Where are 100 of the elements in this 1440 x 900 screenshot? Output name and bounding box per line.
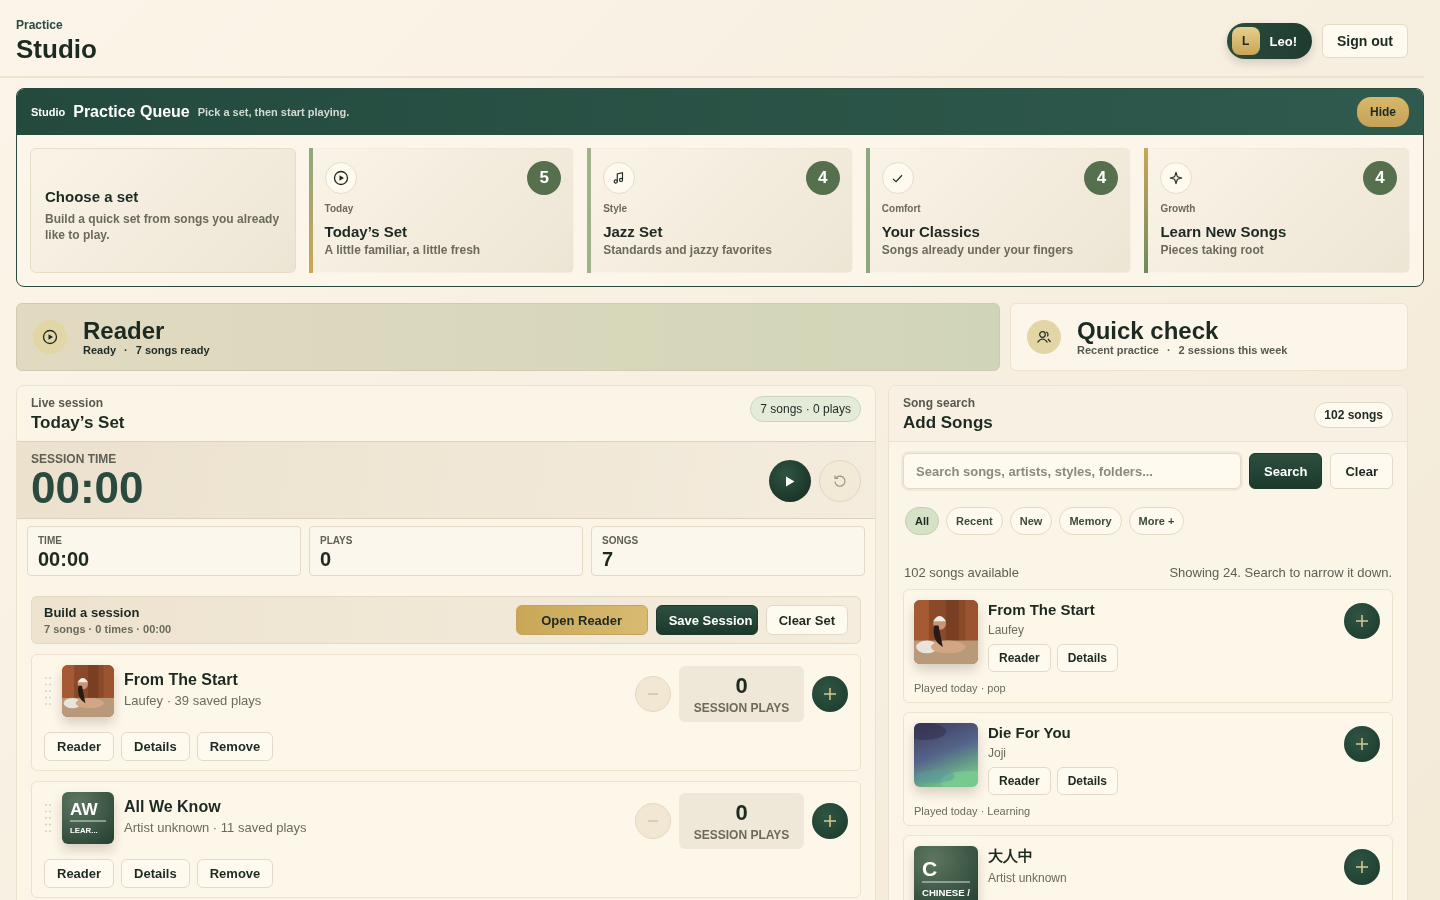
set-tag: Style [603,203,840,214]
timer-label: SESSION TIME [31,452,118,466]
action-button[interactable]: Reader [988,767,1051,795]
play-button[interactable] [769,460,811,502]
card-title: Reader [83,318,166,344]
user-menu[interactable]: L Leo! [1226,23,1312,59]
song-meta: Played today · pop [914,682,1007,694]
cover-initials: AW [70,800,106,823]
build-meta: 7 songs · 0 times · 00:00 [44,623,172,635]
intro-title: Choose a set [45,187,140,205]
timer-value: 00:00 [31,466,144,510]
user-icon [1036,329,1052,345]
drag-handle-icon [44,802,52,834]
card-title: Quick check [1077,318,1220,344]
open-reader-button[interactable]: Open Reader [515,605,648,635]
song-artist: Artist unknown [988,871,1068,885]
drag-handle-icon [44,675,52,707]
status-detail: 7 songs ready [135,344,210,356]
status-text: Ready [83,344,117,356]
play-icon [785,475,795,487]
increase-button[interactable] [812,803,848,839]
song-meta: Artist unknown · 11 saved plays [124,820,308,835]
song-title: All We Know [124,798,222,816]
queue-eyebrow: Studio [31,106,66,118]
available-count: 102 songs available [904,565,1019,580]
clear-button[interactable]: Clear [1330,453,1393,489]
sign-out-button[interactable]: Sign out [1322,24,1408,58]
count-badge: 4 [1084,161,1119,195]
cover-label: CHINESE / [922,887,970,899]
separator-dot: · [1166,344,1171,356]
counter-label: SESSION PLAYS [693,828,790,842]
showing-note: Showing 24. Search to narrow it down. [1169,565,1392,580]
user-avatar: L [1231,27,1260,55]
status-detail: 2 sessions this week [1178,344,1288,356]
set-tag: Growth [1160,203,1397,214]
stat-label: PLAYS [320,535,354,546]
filter-chip[interactable]: New [1009,507,1053,535]
search-field[interactable]: Search songs, artists, styles, folders... [903,453,1242,489]
stat-value: 7 [602,548,615,571]
counter-label: SESSION PLAYS [693,701,790,715]
queue-title: Practice Queue [73,103,190,121]
page-eyebrow: Practice [16,17,64,32]
sparkle-icon [1169,171,1184,185]
plus-icon [823,687,837,701]
set-description: A little familiar, a little fresh [324,243,482,257]
plus-icon [823,814,837,828]
action-button[interactable]: Details [121,732,190,761]
song-title: From The Start [988,601,1096,618]
separator-dot: · [124,344,128,356]
filter-chip[interactable]: All [905,507,940,535]
search-button[interactable]: Search [1249,453,1323,489]
song-title: 大人中 [988,847,1034,866]
action-button[interactable]: Reader [44,859,115,888]
play-circle-icon [42,329,58,345]
page-title: Studio [16,33,97,65]
action-button[interactable]: Remove [196,732,274,761]
set-card[interactable]: 4 Comfort Your Classics Songs already under your fingers [865,148,1132,273]
add-button[interactable] [1344,603,1380,639]
action-button[interactable]: Reader [44,732,115,761]
save-button[interactable]: Save Session [655,605,758,635]
action-button[interactable]: Details [121,859,190,888]
filter-chip[interactable]: Recent [946,507,1003,535]
song-meta: Played today · Learning [914,805,1032,817]
plus-icon [1355,614,1369,628]
set-card[interactable]: 4 Style Jazz Set Standards and jazzy favorites [587,148,853,273]
action-button[interactable]: Remove [196,859,274,888]
counter-value: 0 [735,673,748,699]
set-card[interactable]: 4 Growth Learn New Songs Pieces taking root [1144,148,1410,273]
action-button[interactable]: Details [1056,767,1119,795]
filter-chip[interactable]: More + [1128,507,1185,535]
song-artist: Laufey [988,623,1026,637]
set-title: Your Classics [881,223,981,240]
stat-value: 0 [320,548,333,571]
count-badge: 4 [1363,161,1397,195]
panel-eyebrow: Song search [903,396,977,410]
filter-chip[interactable]: Memory [1059,507,1122,535]
plus-icon [1355,737,1369,751]
stat-label: TIME [38,535,63,546]
plus-icon [1355,860,1369,874]
set-card[interactable]: 5 Today Today’s Set A little familiar, a little fresh [308,148,575,273]
panel-title: Today’s Set [31,413,125,433]
intro-text: Build a quick set from songs you already like to play. [45,210,281,243]
stat-value: 00:00 [38,548,91,571]
increase-button[interactable] [812,676,848,712]
song-meta: Laufey · 39 saved plays [124,693,263,708]
build-title: Build a session [44,605,141,620]
count-badge: 102 songs [1314,401,1393,428]
reset-icon [833,474,847,488]
set-title: Jazz Set [603,223,664,240]
action-button[interactable]: Reader [988,644,1051,672]
panel-eyebrow: Live session [31,396,105,410]
set-tag: Comfort [881,203,1119,214]
add-button[interactable] [1344,726,1380,762]
clear-button[interactable]: Clear Set [765,605,848,635]
hide-button[interactable]: Hide [1357,97,1409,127]
cover-initials: C [922,857,970,884]
song-title: Die For You [988,724,1072,741]
add-button[interactable] [1344,849,1380,885]
action-button[interactable]: Details [1056,644,1119,672]
set-title: Today’s Set [324,223,409,240]
